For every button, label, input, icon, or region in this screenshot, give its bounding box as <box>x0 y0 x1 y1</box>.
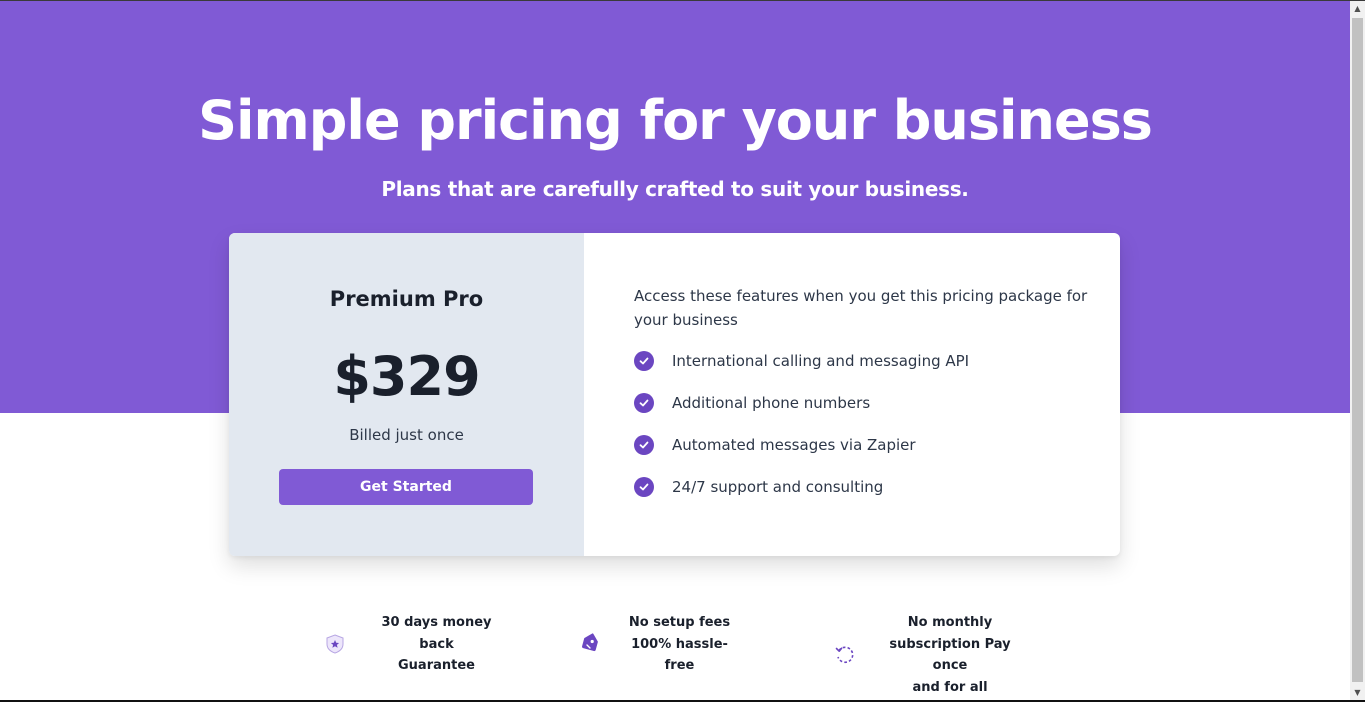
feature-item: Automated messages via Zapier <box>634 435 969 477</box>
plan-billing-note: Billed just once <box>349 426 464 444</box>
feature-list: International calling and messaging API … <box>634 351 969 519</box>
get-started-button[interactable]: Get Started <box>279 469 533 505</box>
guarantee-no-setup-fees: No setup fees 100% hassle- free <box>579 612 747 677</box>
check-circle-icon <box>634 435 654 455</box>
guarantee-money-back-text: 30 days money back Guarantee <box>364 612 509 677</box>
feature-label: Additional phone numbers <box>672 394 871 412</box>
shield-star-icon <box>324 633 346 655</box>
guarantee-no-setup-fees-text: No setup fees 100% hassle- free <box>612 612 747 677</box>
guarantee-line: No monthly <box>907 615 993 630</box>
check-circle-icon <box>634 351 654 371</box>
guarantee-line: 30 days money <box>381 615 492 630</box>
check-circle-icon <box>634 393 654 413</box>
guarantee-no-monthly: No monthly subscription Pay once and for… <box>834 612 1029 698</box>
check-circle-icon <box>634 477 654 497</box>
feature-item: 24/7 support and consulting <box>634 477 969 519</box>
guarantee-line: free <box>664 658 695 673</box>
feature-label: Automated messages via Zapier <box>672 436 916 454</box>
guarantee-no-monthly-text: No monthly subscription Pay once and for… <box>871 612 1029 698</box>
scrollbar-thumb[interactable] <box>1352 18 1363 682</box>
feature-item: International calling and messaging API <box>634 351 969 393</box>
guarantee-line: and for all <box>912 679 988 695</box>
guarantee-line: subscription Pay once <box>889 636 1011 674</box>
guarantee-line: Guarantee <box>398 658 475 673</box>
page-title: Simple pricing for your business <box>198 89 1153 152</box>
guarantee-line: No setup fees <box>628 615 731 630</box>
guarantee-money-back: 30 days money back Guarantee <box>324 612 509 677</box>
plan-name: Premium Pro <box>329 287 484 311</box>
features-intro: Access these features when you get this … <box>634 287 1088 329</box>
guarantees-section: 30 days money back Guarantee No setup fe… <box>0 612 1350 695</box>
pricing-card: Premium Pro $329 Billed just once Get St… <box>229 233 1120 556</box>
guarantee-line: back <box>419 636 454 652</box>
scroll-down-arrow-icon[interactable]: ▼ <box>1350 685 1365 700</box>
price-tag-icon <box>579 633 601 655</box>
feature-label: 24/7 support and consulting <box>672 478 884 496</box>
refresh-icon <box>834 644 856 666</box>
plan-summary: Premium Pro $329 Billed just once Get St… <box>229 233 584 556</box>
scroll-up-arrow-icon[interactable]: ▲ <box>1350 1 1365 16</box>
page-subtitle: Plans that are carefully crafted to suit… <box>381 177 969 201</box>
feature-label: International calling and messaging API <box>672 352 970 370</box>
feature-item: Additional phone numbers <box>634 393 969 435</box>
features-panel: Access these features when you get this … <box>584 233 1120 556</box>
guarantee-line: 100% hassle- <box>631 636 728 652</box>
plan-price: $329 <box>333 345 480 408</box>
vertical-scrollbar[interactable]: ▲ ▼ <box>1350 1 1365 700</box>
